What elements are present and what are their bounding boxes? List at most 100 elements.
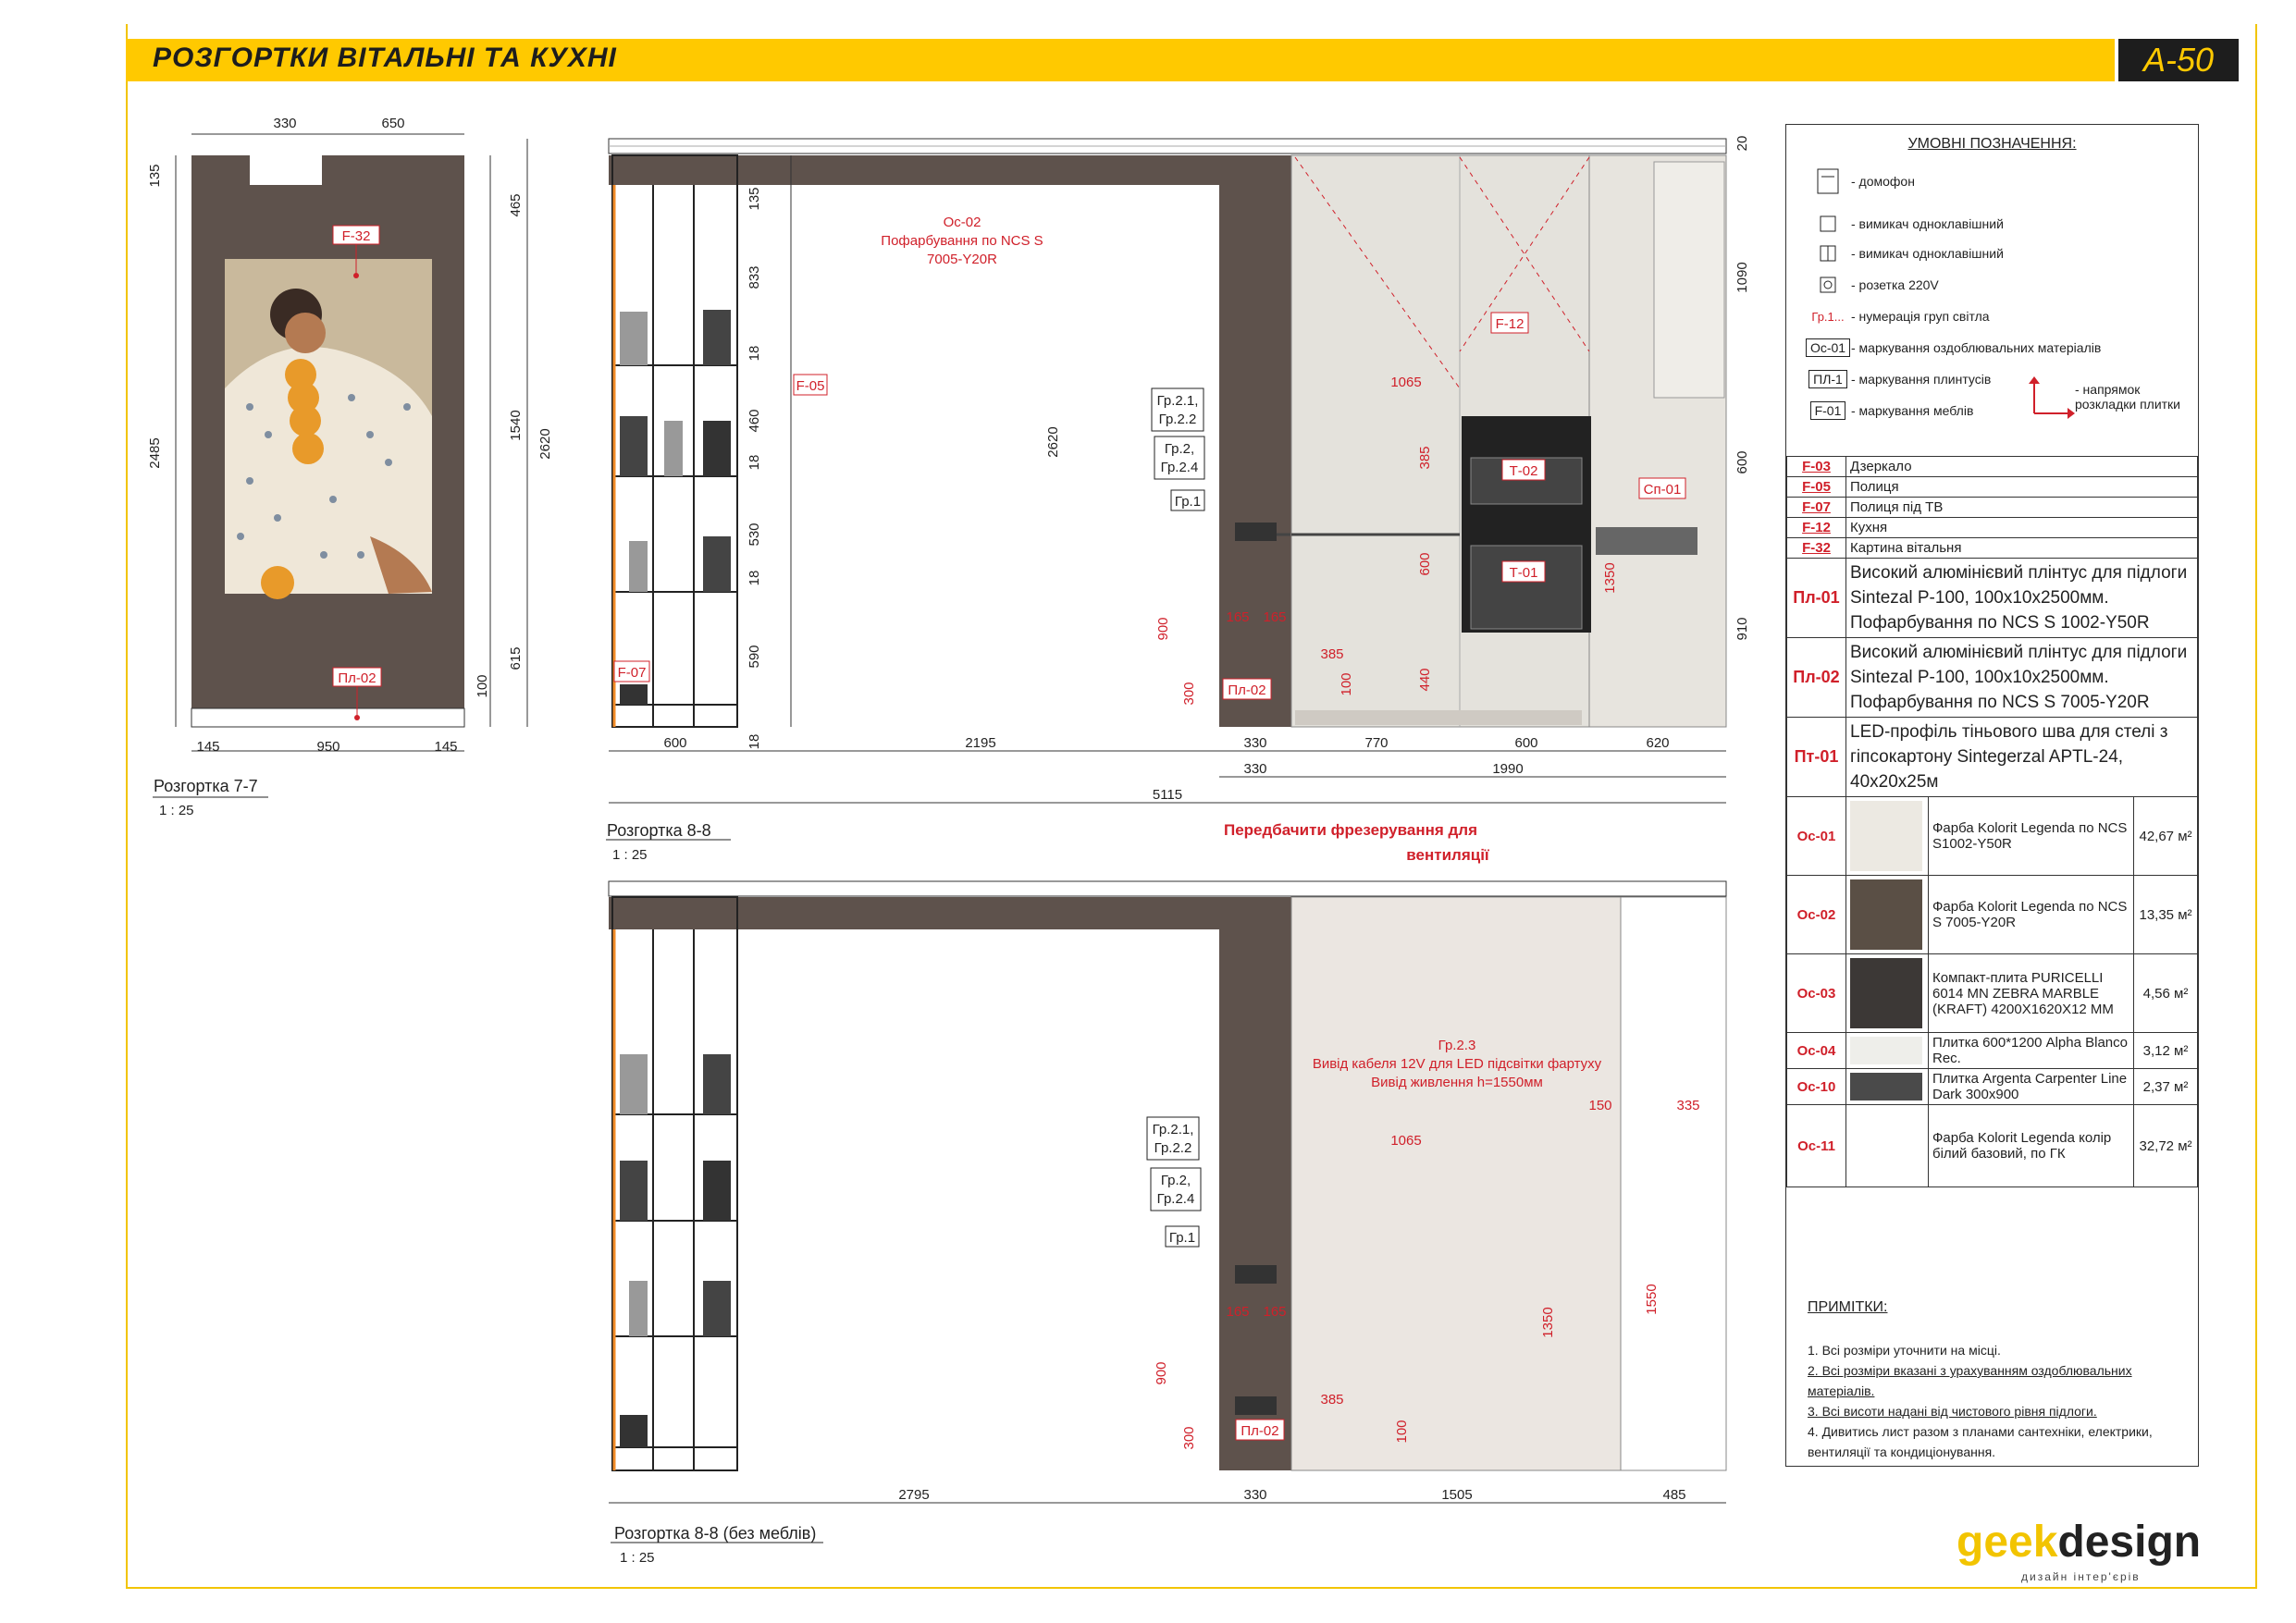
- switch-single-alt-icon: [1805, 244, 1851, 263]
- legend-header: УМОВНІ ПОЗНАЧЕННЯ:: [1907, 136, 2077, 152]
- svg-text:2620: 2620: [537, 428, 553, 459]
- svg-text:7005-Y20R: 7005-Y20R: [927, 252, 997, 267]
- ceiling-niche: [250, 155, 322, 185]
- svg-text:Вивід живлення h=1550мм: Вивід живлення h=1550мм: [1371, 1075, 1543, 1090]
- legend-furniture-row: F-07 Полиця під ТВ: [1786, 497, 2198, 518]
- legend-material-row: Ос-04 Плитка 600*1200 Alpha Blanco Rec. 3,…: [1786, 1032, 2198, 1069]
- legend-furniture-row: F-05 Полиця: [1786, 476, 2198, 498]
- svg-text:1990: 1990: [1492, 761, 1523, 777]
- legend-row-intercom: - домофон: [1805, 168, 1915, 194]
- svg-text:Гр.2.4: Гр.2.4: [1157, 1191, 1195, 1207]
- svg-text:600: 600: [1734, 450, 1750, 473]
- legend-plinth-row: Пл-02 Високий алюмінієвий плінтус для під…: [1786, 637, 2198, 718]
- legend-row-material: Ос-01 - маркування оздоблювальних матері…: [1805, 336, 2101, 360]
- svg-text:135: 135: [747, 187, 762, 210]
- tag-gr2-b: Гр.2,: [1161, 1173, 1191, 1188]
- svg-text:770: 770: [1364, 735, 1388, 751]
- legend-row-switch: - вимикач одноклавішний: [1805, 212, 2004, 236]
- swatch: [1850, 801, 1922, 871]
- legend-material-row: Ос-01 Фарба Kolorit Legenda по NCS S1002-…: [1786, 796, 2198, 876]
- svg-text:900: 900: [1154, 1361, 1169, 1384]
- elevation-7-7: F-32 Пл-02 330 650 135 2485 465 1540 262…: [147, 116, 553, 798]
- legend-furniture-row: F-12 Кухня: [1786, 517, 2198, 538]
- svg-text:1550: 1550: [1644, 1284, 1660, 1314]
- legend-furniture-row: F-32 Картина вітальня: [1786, 537, 2198, 559]
- svg-text:465: 465: [508, 193, 524, 216]
- tile-dir-label: - напрямок розкладки плитки: [2075, 382, 2181, 412]
- note-item: 3. Всі висоти надані від чистового рівня…: [1808, 1404, 2097, 1419]
- svg-text:335: 335: [1676, 1098, 1699, 1113]
- furniture-icon: F-01: [1809, 401, 1846, 420]
- tag-gr21-b: Гр.2.1,: [1153, 1122, 1194, 1137]
- svg-text:18: 18: [747, 734, 762, 750]
- svg-text:620: 620: [1646, 735, 1669, 751]
- tag-f12: F-12: [1496, 316, 1524, 332]
- legend-table: F-03 Дзеркало F-05 Полиця F-07 Полиця під Т…: [1786, 456, 2198, 1187]
- svg-text:330: 330: [273, 116, 296, 131]
- svg-text:1065: 1065: [1390, 375, 1421, 390]
- note-item: 4. Дивитись лист разом з планами сантехн…: [1808, 1424, 2153, 1459]
- swatch: [1850, 1037, 1922, 1064]
- legend-row-socket: - розетка 220V: [1805, 273, 1939, 297]
- svg-text:1505: 1505: [1441, 1487, 1472, 1503]
- svg-text:2195: 2195: [965, 735, 995, 751]
- svg-text:165: 165: [1226, 609, 1249, 625]
- painting-f32: [225, 259, 432, 599]
- tag-pl02-88: Пл-02: [1228, 682, 1265, 698]
- svg-text:460: 460: [747, 409, 762, 432]
- svg-text:600: 600: [663, 735, 686, 751]
- company-tagline: дизайн інтер'єрів: [2021, 1570, 2141, 1583]
- svg-text:600: 600: [1514, 735, 1537, 751]
- company-logo: geekdesign: [1957, 1518, 2202, 1567]
- tag-f05: F-05: [796, 378, 825, 394]
- svg-text:330: 330: [1243, 735, 1266, 751]
- legend-material-row: Ос-11 Фарба Kolorit Legenda колір білий б…: [1786, 1104, 2198, 1187]
- tag-gr1: Гр.1: [1175, 494, 1201, 510]
- svg-text:5115: 5115: [1153, 787, 1182, 803]
- legend-panel: УМОВНІ ПОЗНАЧЕННЯ: - домофон - вимикач о…: [1785, 124, 2199, 1467]
- svg-text:530: 530: [747, 523, 762, 546]
- svg-text:100: 100: [1339, 672, 1354, 695]
- svg-text:145: 145: [196, 739, 219, 755]
- note-item: 1. Всі розміри уточнити на місці.: [1808, 1343, 2001, 1358]
- svg-text:833: 833: [747, 265, 762, 289]
- tag-t02: Т-02: [1510, 463, 1538, 479]
- socket-icon: [1805, 276, 1851, 294]
- notes-section: ПРИМІТКИ: 1. Всі розміри уточнити на міс…: [1785, 1290, 2197, 1462]
- tile-direction-icon: [2029, 376, 2075, 419]
- svg-text:1540: 1540: [508, 410, 524, 440]
- tag-gr1-b: Гр.1: [1169, 1230, 1195, 1246]
- svg-text:600: 600: [1417, 552, 1433, 575]
- svg-text:18: 18: [747, 455, 762, 471]
- dims-8-8b: 2795 330 1505 485: [898, 1487, 1685, 1503]
- note-item: 2. Всі розміри вказані з урахуванням озд…: [1808, 1363, 2132, 1398]
- svg-text:910: 910: [1734, 617, 1750, 640]
- view-scale-8-8b: 1 : 25: [620, 1550, 655, 1566]
- legend-material-row: Ос-03 Компакт-плита PURICELLI 6014 MN ZEB…: [1786, 953, 2198, 1033]
- svg-text:385: 385: [1320, 1392, 1343, 1408]
- swatch: [1850, 879, 1922, 950]
- svg-text:900: 900: [1155, 617, 1171, 640]
- svg-text:Гр.2.2: Гр.2.2: [1154, 1140, 1192, 1156]
- view-scale-7-7: 1 : 25: [159, 803, 194, 818]
- svg-text:615: 615: [508, 646, 524, 670]
- svg-text:145: 145: [434, 739, 457, 755]
- view-scale-8-8: 1 : 25: [612, 847, 648, 863]
- svg-text:1350: 1350: [1540, 1307, 1556, 1337]
- svg-text:650: 650: [381, 116, 404, 131]
- legend-row-plinth: ПЛ-1 - маркування плинтусів: [1805, 367, 1991, 391]
- notes-header: ПРИМІТКИ:: [1808, 1299, 1888, 1315]
- swatch: [1850, 1111, 1922, 1181]
- svg-text:385: 385: [1320, 646, 1343, 662]
- elevation-8-8-nofurniture: Гр.2.3 Вивід кабеля 12V для LED підсвітк…: [608, 880, 1727, 1543]
- legend-row-light-group: Гр.1... - нумерація груп світла: [1805, 304, 1989, 328]
- svg-text:Пофарбування по NCS S: Пофарбування по NCS S: [881, 233, 1043, 249]
- tag-os02: Ос-02: [944, 215, 981, 230]
- plinth-icon: ПЛ-1: [1808, 370, 1847, 388]
- svg-text:300: 300: [1181, 682, 1197, 705]
- svg-text:440: 440: [1417, 668, 1433, 691]
- tag-gr21: Гр.2.1,: [1157, 393, 1199, 409]
- legend-plinth-row: Пт-01 LED-профіль тіньового шва для стелі…: [1786, 717, 2198, 797]
- tag-f32: F-32: [342, 228, 371, 244]
- svg-text:165: 165: [1263, 609, 1286, 625]
